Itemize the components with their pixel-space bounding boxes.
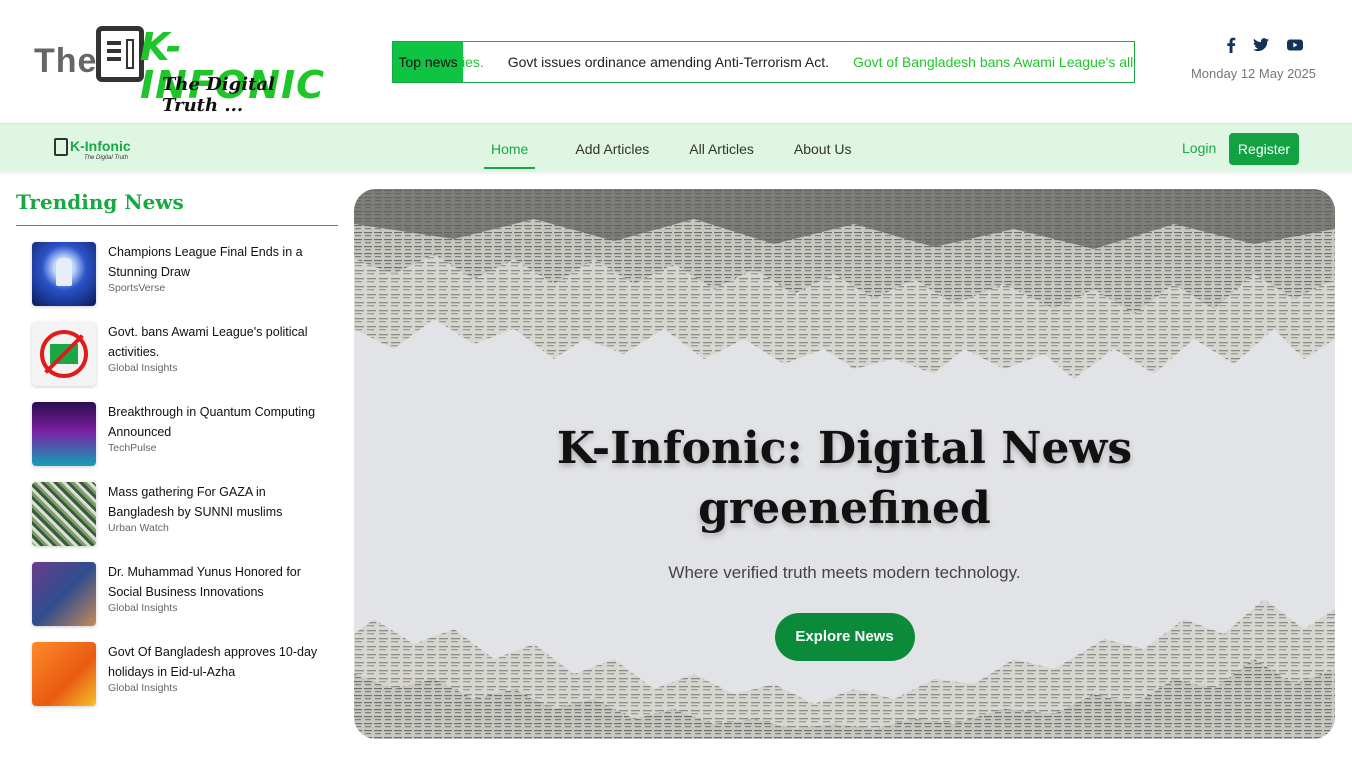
trending-source: Global Insights [108, 602, 178, 614]
trending-source: Urban Watch [108, 522, 169, 534]
trending-headline[interactable]: Mass gathering For GAZA in Bangladesh by… [108, 482, 330, 522]
trending-item[interactable]: Govt Of Bangladesh approves 10-day holid… [32, 642, 332, 722]
hero-subtitle: Where verified truth meets modern techno… [668, 563, 1021, 582]
trending-thumbnail-crowd [32, 482, 96, 546]
trending-headline[interactable]: Dr. Muhammad Yunus Honored for Social Bu… [108, 562, 330, 602]
trending-source: Global Insights [108, 682, 178, 694]
logo-device-line [107, 57, 121, 61]
trending-item[interactable]: Breakthrough in Quantum Computing Announ… [32, 402, 332, 482]
facebook-icon[interactable] [1222, 36, 1240, 54]
trending-headline[interactable]: Govt Of Bangladesh approves 10-day holid… [108, 642, 330, 682]
nav-link-home[interactable]: Home [484, 129, 536, 169]
trending-item[interactable]: Champions League Final Ends in a Stunnin… [32, 242, 332, 322]
ticker-item[interactable]: Govt issues ordinance amending Anti-Terr… [508, 42, 829, 82]
logo-device-bar [126, 39, 134, 69]
trending-thumbnail-portrait [32, 562, 96, 626]
hero-banner: K-Infonic: Digital News greenefined Wher… [354, 189, 1335, 739]
trending-headline[interactable]: Champions League Final Ends in a Stunnin… [108, 242, 330, 282]
trending-item[interactable]: Mass gathering For GAZA in Bangladesh by… [32, 482, 332, 562]
twitter-icon[interactable] [1252, 36, 1270, 54]
nav-link-add-articles[interactable]: Add Articles [575, 129, 649, 169]
social-links [1222, 36, 1304, 56]
current-date: Monday 12 May 2025 [1190, 66, 1316, 81]
trending-source: TechPulse [108, 442, 157, 454]
nav-logo-name: K-Infonic [70, 138, 131, 154]
ticker-track: ities. Govt issues ordinance amending An… [455, 42, 1134, 82]
ticker-item[interactable]: Govt of Bangladesh bans Awami League's a… [853, 42, 1134, 82]
nav-link-about-us[interactable]: About Us [794, 129, 852, 169]
trending-source: Global Insights [108, 362, 178, 374]
logo-device-icon [96, 26, 144, 82]
trending-headline[interactable]: Breakthrough in Quantum Computing Announ… [108, 402, 330, 442]
trending-item[interactable]: Dr. Muhammad Yunus Honored for Social Bu… [32, 562, 332, 642]
news-ticker: Top news ities. Govt issues ordinance am… [392, 41, 1135, 83]
nav-link-all-articles[interactable]: All Articles [689, 129, 754, 169]
nav-logo-tagline: The Digital Truth [84, 155, 128, 161]
trending-source: SportsVerse [108, 282, 166, 294]
logo-prefix: The [34, 42, 98, 80]
nav-links: Home Add Articles All Articles About Us [484, 124, 891, 173]
explore-news-button[interactable]: Explore News [774, 613, 915, 661]
site-logo[interactable]: The K-INFONIC The Digital Truth ... [34, 22, 324, 116]
site-header: The K-INFONIC The Digital Truth ... Top … [0, 0, 1352, 123]
nav-logo-device-icon [54, 138, 68, 156]
trophy-icon [56, 258, 72, 286]
trending-title: Trending News [16, 190, 184, 214]
logo-tagline: The Digital Truth ... [162, 74, 275, 116]
login-link[interactable]: Login [1182, 140, 1216, 156]
hero-content: K-Infonic: Digital News greenefined Wher… [354, 419, 1335, 661]
trending-thumbnail-trophy [32, 242, 96, 306]
trending-list: Champions League Final Ends in a Stunnin… [32, 242, 332, 722]
hero-title-line: greenefined [698, 483, 991, 534]
main-navbar: K-Infonic The Digital Truth Home Add Art… [0, 123, 1352, 172]
trending-divider [16, 225, 338, 226]
trending-thumbnail-quantum [32, 402, 96, 466]
trending-thumbnail-eid [32, 642, 96, 706]
hero-title: K-Infonic: Digital News greenefined [354, 419, 1335, 539]
trending-item[interactable]: Govt. bans Awami League's political acti… [32, 322, 332, 402]
ticker-label: Top news [393, 42, 463, 82]
youtube-icon[interactable] [1286, 36, 1304, 54]
nav-logo[interactable]: K-Infonic The Digital Truth [54, 136, 134, 164]
trending-headline[interactable]: Govt. bans Awami League's political acti… [108, 322, 330, 362]
logo-device-line [107, 41, 121, 45]
logo-device-line [107, 49, 121, 53]
hero-title-line: K-Infonic: Digital News [556, 423, 1133, 474]
torn-newspaper-top [354, 189, 1335, 379]
trending-thumbnail-ban [32, 322, 96, 386]
register-button[interactable]: Register [1229, 133, 1299, 165]
